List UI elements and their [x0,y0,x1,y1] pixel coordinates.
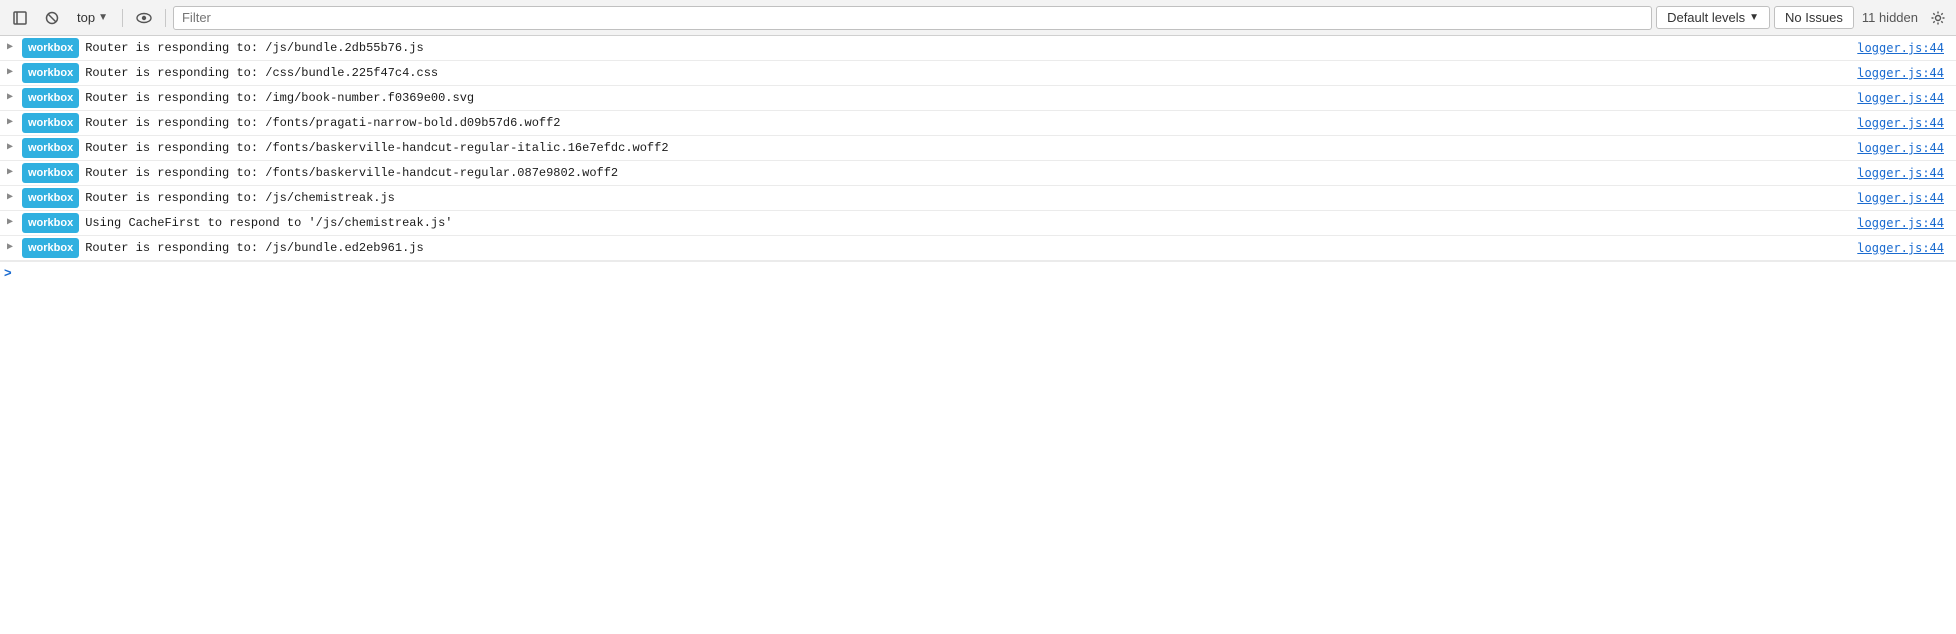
workbox-badge-3: workbox [22,113,79,133]
expand-arrow-7[interactable]: ▶ [0,214,16,232]
log-row: ▶ workbox Router is responding to: /font… [0,136,1956,161]
levels-button[interactable]: Default levels ▼ [1656,6,1770,29]
log-row: ▶ workbox Router is responding to: /js/b… [0,36,1956,61]
workbox-badge-4: workbox [22,138,79,158]
expand-arrow-8[interactable]: ▶ [0,239,16,257]
log-row: ▶ workbox Router is responding to: /font… [0,111,1956,136]
workbox-badge-7: workbox [22,213,79,233]
log-row: ▶ workbox Router is responding to: /js/b… [0,236,1956,261]
log-message-2: Router is responding to: /img/book-numbe… [85,89,1857,107]
log-message-6: Router is responding to: /js/chemistreak… [85,189,1857,207]
log-area: ▶ workbox Router is responding to: /js/b… [0,36,1956,261]
log-row: ▶ workbox Router is responding to: /js/c… [0,186,1956,211]
eye-button[interactable] [130,6,158,30]
log-message-8: Router is responding to: /js/bundle.ed2e… [85,239,1857,257]
panel-toggle-button[interactable] [6,6,34,30]
expand-arrow-4[interactable]: ▶ [0,139,16,157]
no-issues-label: No Issues [1785,10,1843,25]
expand-arrow-6[interactable]: ▶ [0,189,16,207]
prompt-arrow[interactable]: > [4,265,12,280]
log-source-1[interactable]: logger.js:44 [1857,64,1956,82]
workbox-badge-6: workbox [22,188,79,208]
log-source-0[interactable]: logger.js:44 [1857,39,1956,57]
context-arrow: ▼ [98,12,108,23]
log-source-8[interactable]: logger.js:44 [1857,239,1956,257]
prompt-row: > [0,261,1956,283]
workbox-badge-0: workbox [22,38,79,58]
block-button[interactable] [38,6,66,30]
settings-button[interactable] [1926,6,1950,30]
expand-arrow-5[interactable]: ▶ [0,164,16,182]
log-source-5[interactable]: logger.js:44 [1857,164,1956,182]
log-source-3[interactable]: logger.js:44 [1857,114,1956,132]
log-row: ▶ workbox Router is responding to: /font… [0,161,1956,186]
log-message-1: Router is responding to: /css/bundle.225… [85,64,1857,82]
log-message-7: Using CacheFirst to respond to '/js/chem… [85,214,1857,232]
context-label: top [77,10,95,25]
levels-label: Default levels [1667,10,1745,25]
workbox-badge-2: workbox [22,88,79,108]
log-source-6[interactable]: logger.js:44 [1857,189,1956,207]
divider-1 [122,9,123,27]
workbox-badge-8: workbox [22,238,79,258]
no-issues-button[interactable]: No Issues [1774,6,1854,29]
log-message-4: Router is responding to: /fonts/baskervi… [85,139,1857,157]
log-message-3: Router is responding to: /fonts/pragati-… [85,114,1857,132]
workbox-badge-5: workbox [22,163,79,183]
log-source-2[interactable]: logger.js:44 [1857,89,1956,107]
levels-arrow: ▼ [1749,12,1759,23]
log-source-7[interactable]: logger.js:44 [1857,214,1956,232]
log-row: ▶ workbox Using CacheFirst to respond to… [0,211,1956,236]
log-message-5: Router is responding to: /fonts/baskervi… [85,164,1857,182]
log-row: ▶ workbox Router is responding to: /img/… [0,86,1956,111]
log-message-0: Router is responding to: /js/bundle.2db5… [85,39,1857,57]
workbox-badge-1: workbox [22,63,79,83]
context-selector[interactable]: top ▼ [70,7,115,28]
hidden-count: 11 hidden [1858,10,1922,25]
log-source-4[interactable]: logger.js:44 [1857,139,1956,157]
expand-arrow-3[interactable]: ▶ [0,114,16,132]
expand-arrow-0[interactable]: ▶ [0,39,16,57]
divider-2 [165,9,166,27]
expand-arrow-1[interactable]: ▶ [0,64,16,82]
toolbar: top ▼ Default levels ▼ No Issues 11 hidd… [0,0,1956,36]
expand-arrow-2[interactable]: ▶ [0,89,16,107]
filter-input[interactable] [173,6,1652,30]
log-row: ▶ workbox Router is responding to: /css/… [0,61,1956,86]
